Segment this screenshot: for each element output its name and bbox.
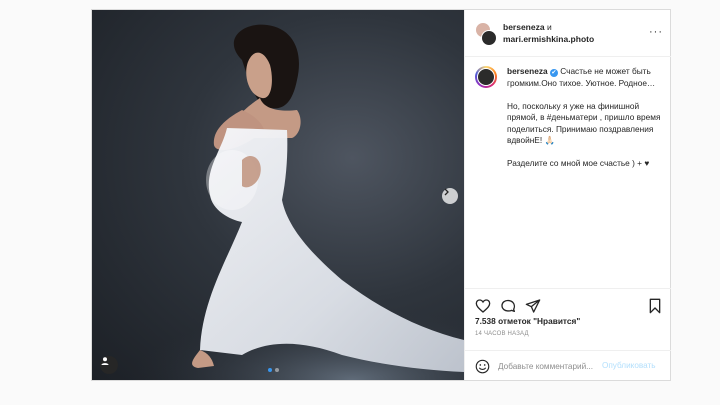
carousel-dot-active [268, 368, 272, 372]
emoji-icon[interactable] [475, 359, 490, 374]
caption-text: berseneza ✔ Счастье не может быть громки… [507, 66, 667, 181]
tagged-users-button[interactable] [100, 356, 118, 374]
carousel-dot [275, 368, 279, 372]
avatar [481, 30, 497, 46]
comment-icon[interactable] [500, 298, 516, 314]
chevron-right-icon [444, 188, 449, 196]
authors-conjunction: и [546, 22, 552, 32]
post-actions [465, 288, 671, 314]
post-photo[interactable] [92, 10, 464, 380]
heart-icon[interactable] [475, 298, 491, 314]
verified-badge-icon: ✔ [549, 69, 558, 77]
caption-username[interactable]: berseneza [507, 66, 548, 76]
coauthor-username[interactable]: mari.ermishkina.photo [503, 34, 594, 44]
avatar [477, 68, 495, 86]
post-timestamp[interactable]: 14 ЧАСОВ НАЗАД [475, 331, 529, 337]
bookmark-icon[interactable] [647, 298, 663, 314]
carousel-indicators [268, 368, 279, 372]
collab-avatars[interactable] [475, 22, 497, 46]
tagged-user-icon [101, 357, 109, 365]
photo-illustration [92, 24, 464, 380]
post-header: berseneza и mari.ermishkina.photo ··· [465, 10, 671, 57]
author-username[interactable]: berseneza [503, 22, 545, 32]
carousel-next-button[interactable] [442, 188, 458, 204]
caption-avatar[interactable] [475, 66, 497, 88]
likes-count[interactable]: 7.538 отметок "Нравится" [475, 316, 580, 326]
caption-paragraph: Разделите со мной мое счастье ) + ♥ [507, 158, 650, 168]
post-side-panel: berseneza и mari.ermishkina.photo ··· be… [464, 10, 671, 380]
post-authors: berseneza и mari.ermishkina.photo [503, 21, 594, 45]
publish-comment-button[interactable]: Опубликовать [602, 361, 656, 370]
share-icon[interactable] [525, 298, 541, 314]
comment-input[interactable] [498, 359, 598, 373]
comment-bar: Опубликовать [465, 350, 671, 381]
more-options-icon[interactable]: ··· [649, 26, 663, 38]
caption-paragraph: Но, поскольку я уже на финишной прямой, … [507, 100, 661, 146]
instagram-post: berseneza и mari.ermishkina.photo ··· be… [91, 9, 671, 381]
